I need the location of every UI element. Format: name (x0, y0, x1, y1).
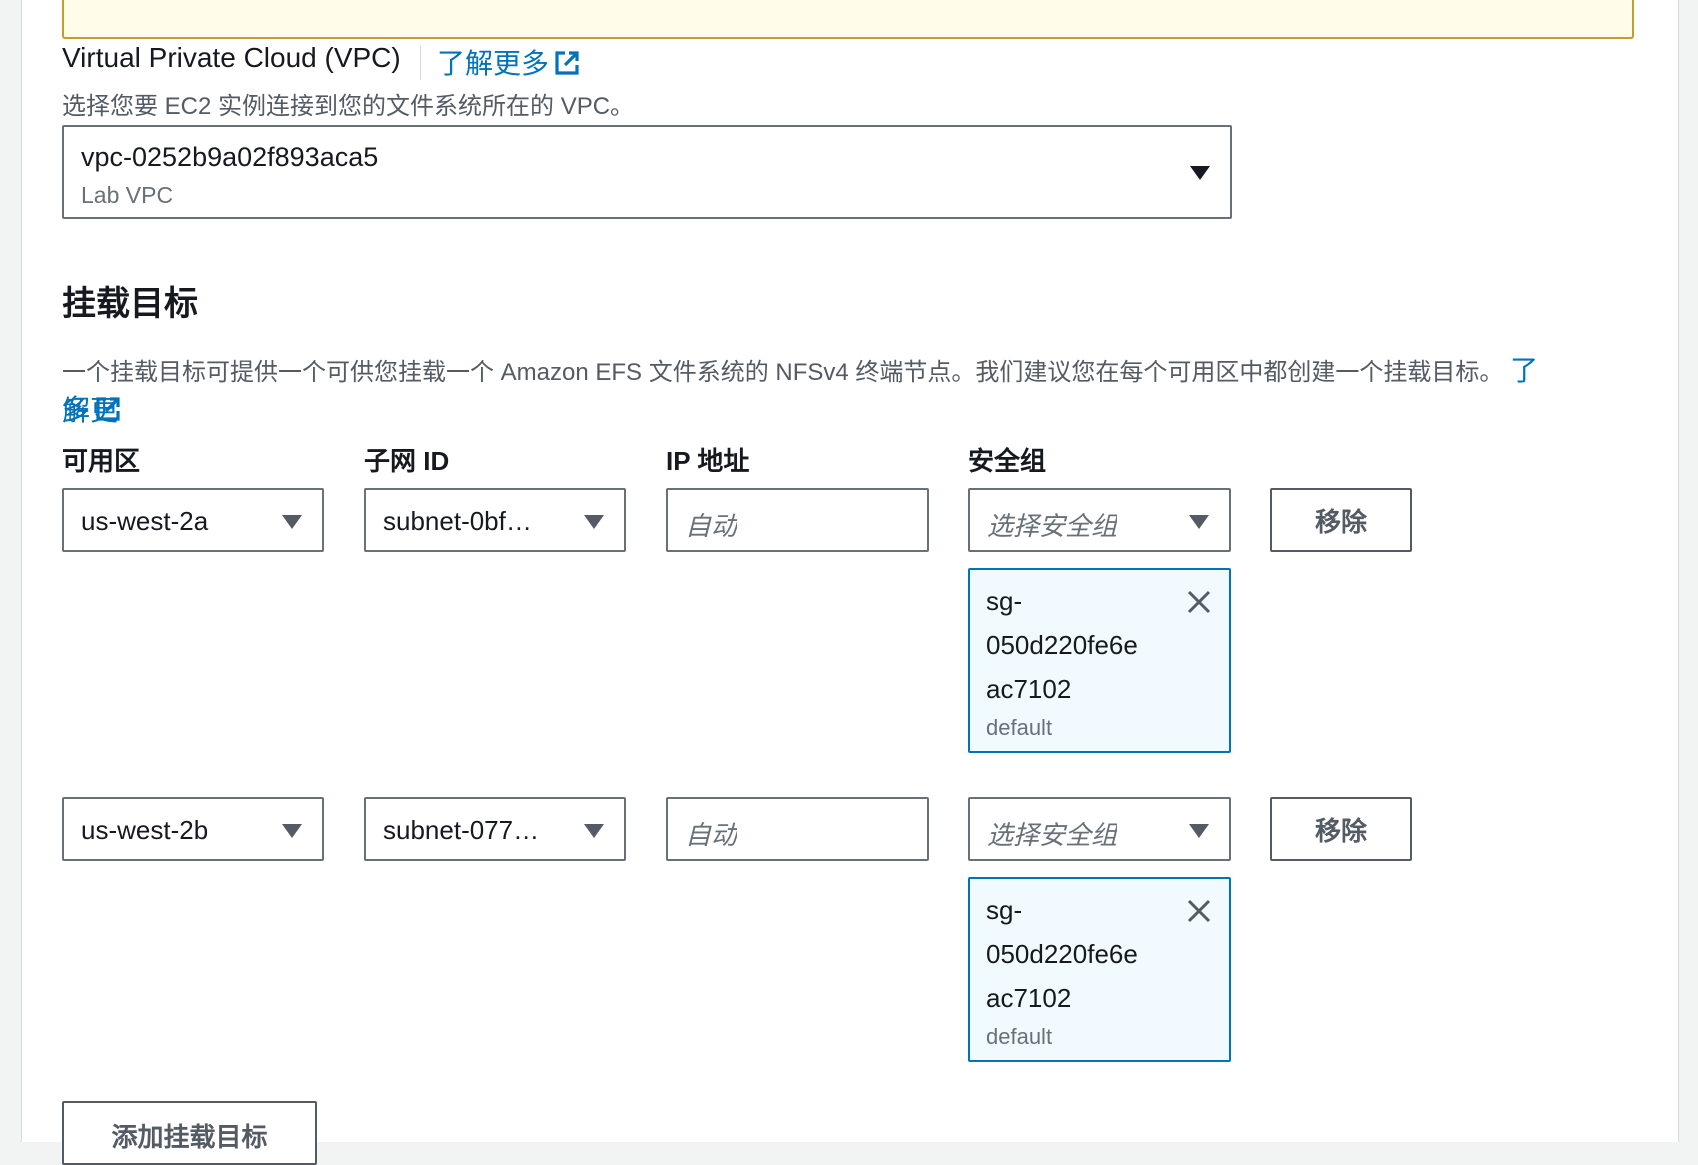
sg-token-1-line1: sg- (986, 586, 1023, 616)
ip-placeholder-1: 自动 (685, 511, 738, 541)
subnet-value-1: subnet-0bf… (383, 506, 532, 536)
col-header-az: 可用区 (62, 446, 141, 476)
mount-targets-learn-more-b[interactable]: 多 (62, 394, 90, 425)
remove-button-2[interactable]: 移除 (1270, 797, 1412, 861)
sg-token-2-line2: 050d220fe6e (986, 939, 1138, 969)
sg-placeholder-1: 选择安全组 (987, 511, 1118, 541)
caret-down-icon (1189, 515, 1209, 529)
ip-placeholder-2: 自动 (685, 820, 738, 850)
sg-select-1[interactable]: 选择安全组 (968, 488, 1231, 552)
sg-token-2-line1: sg- (986, 895, 1023, 925)
caret-down-icon (282, 515, 302, 529)
close-icon[interactable] (1187, 590, 1211, 614)
sg-token-2: sg- 050d220fe6e ac7102 default (968, 877, 1231, 1062)
vpc-learn-more-link[interactable]: 了解更多 (437, 42, 581, 82)
sg-placeholder-2: 选择安全组 (987, 820, 1118, 850)
subnet-select-2[interactable]: subnet-077… (364, 797, 626, 861)
caret-down-icon (282, 824, 302, 838)
caret-down-icon (584, 824, 604, 838)
sg-token-1-line2: 050d220fe6e (986, 630, 1138, 660)
az-value-2: us-west-2b (81, 815, 209, 845)
sg-token-1-name: default (986, 715, 1053, 740)
az-value-1: us-west-2a (81, 506, 209, 536)
sg-token-1-line3: ac7102 (986, 674, 1072, 704)
add-mount-target-button[interactable]: 添加挂载目标 (62, 1101, 317, 1165)
mount-targets-title: 挂载目标 (62, 285, 198, 323)
remove-button-1[interactable]: 移除 (1270, 488, 1412, 552)
warning-alert (62, 0, 1634, 39)
label-divider (420, 46, 421, 80)
mount-targets-learn-more-link[interactable]: 多 (62, 388, 122, 428)
ip-input-2[interactable]: 自动 (666, 797, 929, 861)
external-link-icon (553, 51, 581, 77)
sg-token-2-name: default (986, 1024, 1053, 1049)
mount-targets-description: 一个挂载目标可提供一个可供您挂载一个 Amazon EFS 文件系统的 NFSv… (62, 349, 1562, 429)
sg-token-2-line3: ac7102 (986, 983, 1072, 1013)
az-select-2[interactable]: us-west-2b (62, 797, 324, 861)
caret-down-icon (1189, 824, 1209, 838)
col-header-sg: 安全组 (968, 446, 1047, 476)
mount-targets-description-text: 一个挂载目标可提供一个可供您挂载一个 Amazon EFS 文件系统的 NFSv… (62, 359, 1504, 386)
subnet-value-2: subnet-077… (383, 815, 540, 845)
vpc-selected-id: vpc-0252b9a02f893aca5 (81, 142, 379, 172)
vpc-label: Virtual Private Cloud (VPC) (62, 42, 401, 73)
ip-input-1[interactable]: 自动 (666, 488, 929, 552)
sg-token-1: sg- 050d220fe6e ac7102 default (968, 568, 1231, 753)
close-icon[interactable] (1187, 899, 1211, 923)
col-header-ip: IP 地址 (666, 446, 750, 476)
external-link-icon (94, 397, 122, 423)
vpc-description: 选择您要 EC2 实例连接到您的文件系统所在的 VPC。 (62, 93, 635, 120)
caret-down-icon (1190, 166, 1210, 180)
vpc-learn-more-text[interactable]: 了解更多 (437, 48, 549, 79)
col-header-subnet: 子网 ID (364, 446, 450, 476)
vpc-select[interactable]: vpc-0252b9a02f893aca5 Lab VPC (62, 125, 1232, 219)
az-select-1[interactable]: us-west-2a (62, 488, 324, 552)
sg-select-2[interactable]: 选择安全组 (968, 797, 1231, 861)
caret-down-icon (584, 515, 604, 529)
subnet-select-1[interactable]: subnet-0bf… (364, 488, 626, 552)
vpc-selected-name: Lab VPC (81, 182, 174, 208)
